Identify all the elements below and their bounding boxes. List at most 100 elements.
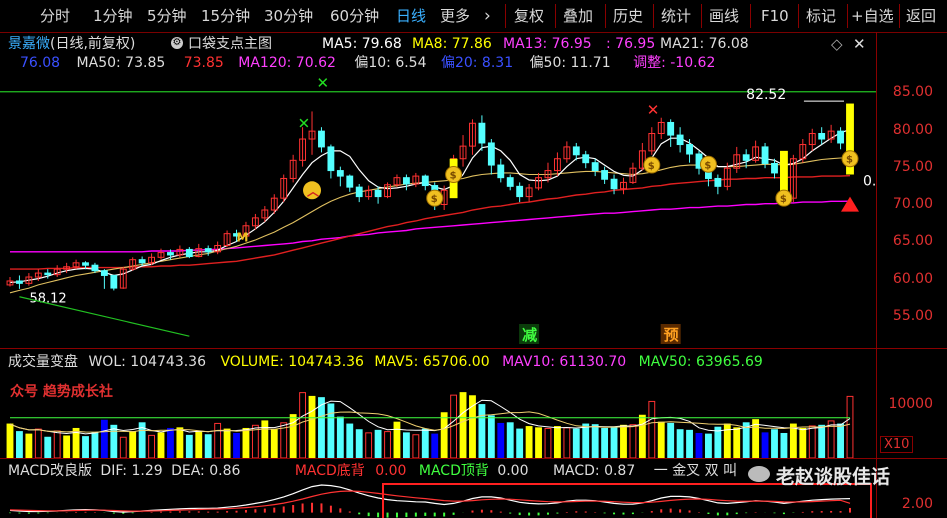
volume-bar <box>270 429 278 458</box>
volume-bar <box>214 422 222 458</box>
top-div-label: MACD顶背 <box>418 463 489 479</box>
tab-daily[interactable]: 日线 <box>396 0 426 32</box>
btn-draw-line[interactable]: 画线 <box>709 0 739 32</box>
chevron-right-icon[interactable]: › <box>484 0 491 32</box>
volume-bar <box>818 424 826 458</box>
volume-chart[interactable] <box>0 370 876 458</box>
volume-bar <box>185 434 193 458</box>
low-price-label: 58.12 <box>29 291 66 306</box>
price-tick: 70.00 <box>892 196 933 212</box>
tab-60min[interactable]: 60分钟 <box>330 0 379 32</box>
volume-bar <box>176 427 184 458</box>
ma120-value: MA120: 70.62 <box>238 55 336 71</box>
price-header-line2: 76.08 MA50: 73.85 73.85 MA120: 70.62 偏10… <box>20 54 715 72</box>
volume-bar <box>421 428 429 458</box>
candle-body <box>714 177 722 187</box>
candle-body <box>487 142 495 166</box>
money-bag-icon: $ <box>450 171 457 182</box>
candle-body <box>601 170 609 180</box>
candle-body <box>771 162 778 174</box>
tab-15min[interactable]: 15分钟 <box>201 0 250 32</box>
candlestick-chart[interactable]: ✕ ✕ ✕ $ $ $ $ $ $ ︿ M 82.52 58.12 0.6 减 预 <box>0 72 876 348</box>
volume-bar <box>695 432 703 458</box>
divider <box>701 4 702 28</box>
volume-bar <box>676 429 684 458</box>
candle-body <box>336 170 344 177</box>
volume-bar <box>563 427 571 458</box>
candle-body <box>610 178 618 190</box>
high-price-label: 82.52 <box>746 87 786 103</box>
btn-statistics[interactable]: 统计 <box>661 0 691 32</box>
stock-name[interactable]: 景嘉微 <box>8 36 50 52</box>
indicator-name[interactable]: 口袋支点主图 <box>188 35 272 53</box>
btn-back[interactable]: 返回 <box>906 0 936 32</box>
volume-bar <box>223 428 231 458</box>
volume-bar <box>16 431 23 458</box>
volume-bar <box>402 432 410 458</box>
volume-bar <box>497 422 505 458</box>
price-tick: 80.00 <box>892 122 933 138</box>
tab-intraday[interactable]: 分时 <box>40 0 70 32</box>
volume-bar <box>374 429 382 458</box>
warn-label: 预 <box>664 326 679 344</box>
volume-bar <box>799 427 807 458</box>
bias10-value: 偏10: 6.54 <box>354 55 427 71</box>
divider <box>847 4 848 28</box>
candle-body <box>676 134 684 146</box>
macd-tick: 2.00 <box>901 496 933 512</box>
chart-mode: (日线,前复权) <box>50 36 136 52</box>
volume-bar <box>119 436 127 458</box>
btn-mark[interactable]: 标记 <box>806 0 836 32</box>
volume-bar <box>478 404 486 458</box>
volume-bar <box>657 421 665 458</box>
candle-body <box>185 248 193 258</box>
candle-body <box>138 259 146 264</box>
tab-1min[interactable]: 1分钟 <box>93 0 133 32</box>
up-chevron-icon: ︿ <box>307 184 319 198</box>
gear-icon[interactable]: ⚙ <box>171 37 183 49</box>
volume-bar <box>535 427 542 458</box>
close-icon[interactable]: ✕ <box>853 35 866 53</box>
volume-bar <box>761 432 769 458</box>
macd-title[interactable]: MACD改良版 <box>8 463 92 479</box>
divider <box>555 4 556 28</box>
btn-add-watchlist[interactable]: +自选 <box>851 0 894 32</box>
volume-bar <box>780 432 788 458</box>
buy-x-marker: ✕ <box>298 114 311 132</box>
divider <box>750 4 751 28</box>
tab-30min[interactable]: 30分钟 <box>264 0 313 32</box>
btn-f10[interactable]: F10 <box>761 0 789 32</box>
volume-title[interactable]: 成交量变盘 <box>8 354 78 370</box>
btn-restore-rights[interactable]: 复权 <box>514 0 544 32</box>
volume-bar <box>308 395 316 458</box>
ma13b-value: : 76.95 <box>606 36 656 52</box>
volume-bar <box>601 427 609 458</box>
volume-value: VOLUME: 104743.36 <box>220 354 364 370</box>
volume-bar <box>686 429 693 458</box>
candle-body <box>421 175 429 187</box>
volume-bar <box>261 420 269 458</box>
sell-x-marker: ✕ <box>647 101 660 119</box>
buy-x-marker: ✕ <box>316 74 329 92</box>
diamond-icon[interactable]: ◇ <box>831 35 843 53</box>
volume-bar <box>336 416 344 458</box>
volume-bar <box>506 422 514 458</box>
mav50-value: MAV50: 63965.69 <box>638 354 763 370</box>
volume-bar <box>431 433 439 458</box>
btn-history[interactable]: 历史 <box>613 0 643 32</box>
candle-body <box>374 189 382 198</box>
candle-body <box>16 280 23 284</box>
mav10-value: MAV10: 61130.70 <box>502 354 627 370</box>
volume-bar <box>667 422 675 458</box>
macd-chart[interactable] <box>0 478 876 518</box>
tab-5min[interactable]: 5分钟 <box>147 0 187 32</box>
btn-overlay[interactable]: 叠加 <box>563 0 593 32</box>
candle-body <box>402 177 410 185</box>
price-tick: 85.00 <box>892 84 933 100</box>
volume-bar <box>714 426 722 458</box>
money-bag-icon: $ <box>704 160 711 171</box>
tab-more[interactable]: 更多 <box>440 0 470 32</box>
m-label: M <box>237 231 249 245</box>
volume-bar <box>591 424 599 458</box>
volume-unit: X10 <box>880 436 914 453</box>
